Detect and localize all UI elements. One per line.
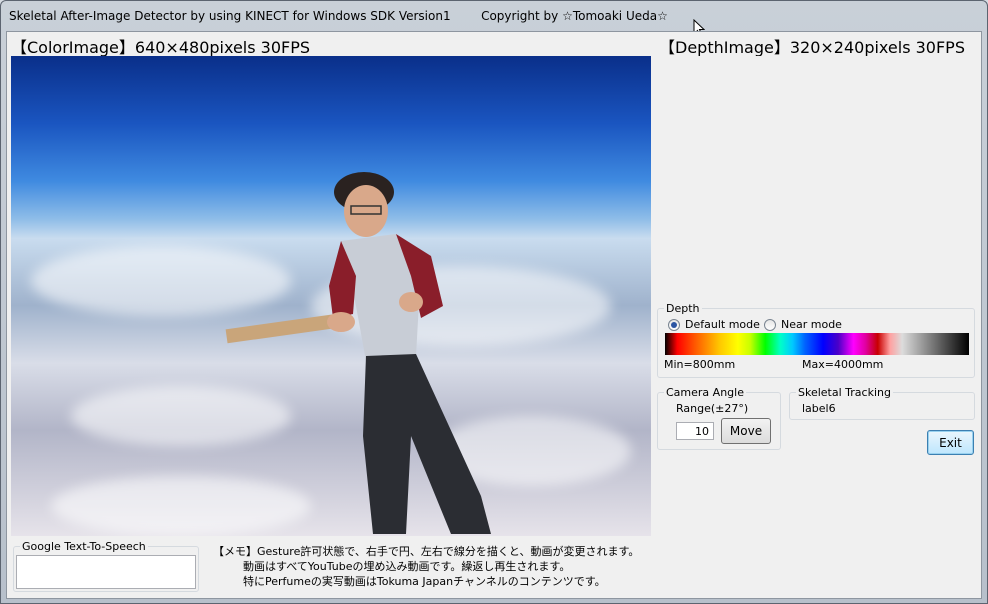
move-button[interactable]: Move (721, 418, 771, 444)
tts-label: Google Text-To-Speech (20, 540, 148, 553)
skeletal-tracking-label: Skeletal Tracking (796, 386, 893, 399)
color-image-view (11, 56, 651, 536)
depth-max-label: Max=4000mm (802, 358, 884, 371)
memo-text: 【メモ】Gesture許可状態で、右手で円、左右で線分を描くと、動画が変更されま… (213, 544, 639, 589)
near-mode-radio[interactable]: Near mode (764, 318, 842, 331)
tts-group: Google Text-To-Speech (13, 540, 199, 592)
camera-range-label: Range(±27°) (676, 402, 749, 415)
camera-angle-group: Camera Angle Range(±27°) 10 Move (657, 386, 781, 450)
skeletal-tracking-group: Skeletal Tracking label6 (789, 386, 975, 420)
memo-line-1: 【メモ】Gesture許可状態で、右手で円、左右で線分を描くと、動画が変更されま… (213, 545, 640, 558)
depth-image-view (655, 56, 975, 296)
memo-line-2: 動画はすべてYouTubeの埋め込み動画です。繰返し再生されます。 (243, 560, 571, 573)
client-area: 【ColorImage】640×480pixels 30FPS 【DepthIm… (6, 31, 982, 599)
color-image-heading: 【ColorImage】640×480pixels 30FPS (11, 38, 311, 57)
radio-unselected-icon (764, 318, 776, 331)
tts-textbox[interactable] (16, 555, 196, 589)
depth-color-spectrum (665, 333, 969, 355)
depth-group-label: Depth (664, 302, 702, 315)
person-figure (225, 172, 491, 534)
depth-group: Depth Default mode Near mode Min=800mm M… (657, 302, 975, 378)
exit-button[interactable]: Exit (927, 430, 974, 455)
app-window: Skeletal After-Image Detector by using K… (0, 0, 988, 604)
near-mode-label: Near mode (781, 318, 842, 331)
camera-angle-label: Camera Angle (664, 386, 746, 399)
window-title: Skeletal After-Image Detector by using K… (9, 9, 668, 23)
depth-image-heading: 【DepthImage】320×240pixels 30FPS (659, 38, 965, 57)
skeletal-tracking-value: label6 (802, 402, 836, 415)
title-bar[interactable]: Skeletal After-Image Detector by using K… (1, 1, 987, 37)
depth-min-label: Min=800mm (664, 358, 736, 371)
memo-line-3: 特にPerfumeの実写動画はTokuma Japanチャンネルのコンテンツです… (243, 575, 606, 588)
radio-selected-icon (668, 318, 680, 331)
default-mode-radio[interactable]: Default mode (668, 318, 760, 331)
camera-angle-input[interactable]: 10 (676, 422, 714, 440)
default-mode-label: Default mode (685, 318, 760, 331)
